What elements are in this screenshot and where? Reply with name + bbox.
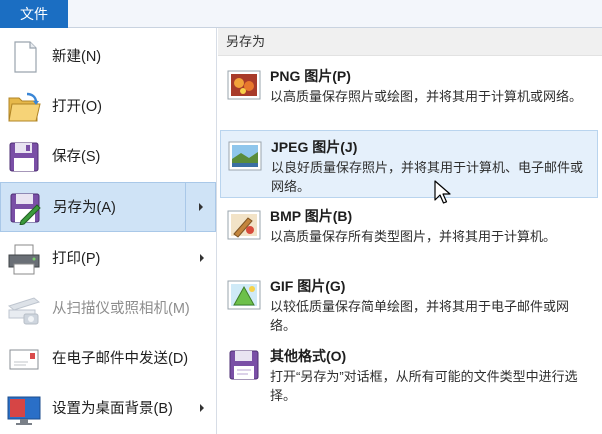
menu-item-open[interactable]: 打开(O) — [0, 82, 216, 132]
menu-label: 打开(O) — [52, 99, 102, 115]
save-as-gif[interactable]: GIF 图片(G) 以较低质量保存简单绘图，并将其用于电子邮件或网络。 — [220, 270, 598, 338]
open-folder-icon — [8, 92, 41, 122]
new-document-icon — [14, 41, 37, 73]
mouse-cursor-icon — [434, 180, 451, 204]
split-separator — [185, 183, 186, 231]
save-disk-icon — [9, 142, 39, 172]
menu-item-desktop-background[interactable]: 设置为桌面背景(B) — [0, 384, 216, 434]
option-description: 打开“另存为”对话框，从所有可能的文件类型中进行选择。 — [270, 369, 578, 403]
option-title: GIF 图片(G) — [270, 278, 346, 294]
save-as-other-formats[interactable]: 其他格式(O) 打开“另存为”对话框，从所有可能的文件类型中进行选择。 — [220, 340, 598, 408]
save-as-jpeg[interactable]: JPEG 图片(J) 以良好质量保存照片，并将其用于计算机、电子邮件或网络。 — [220, 130, 598, 198]
save-as-bmp[interactable]: BMP 图片(B) 以高质量保存所有类型图片，并将其用于计算机。 — [220, 200, 598, 268]
option-title: JPEG 图片(J) — [271, 139, 358, 155]
file-menu: 新建(N) 打开(O) 保存(S) 另存为(A) 打印(P) 从扫描仪或照相机(… — [0, 28, 217, 434]
menu-label: 设置为桌面背景(B) — [52, 401, 173, 417]
file-tab[interactable]: 文件 — [0, 0, 68, 28]
option-description: 以高质量保存所有类型图片，并将其用于计算机。 — [270, 229, 557, 244]
option-title: PNG 图片(P) — [270, 68, 351, 84]
menu-label: 另存为(A) — [53, 200, 116, 216]
email-icon — [9, 349, 39, 370]
desktop-background-icon — [7, 396, 41, 425]
chevron-right-icon[interactable] — [197, 202, 205, 212]
menu-item-new[interactable]: 新建(N) — [0, 32, 216, 82]
png-image-icon — [227, 70, 261, 100]
menu-label: 保存(S) — [52, 149, 101, 165]
option-description: 以高质量保存照片或绘图，并将其用于计算机或网络。 — [270, 89, 583, 104]
ribbon-bar: 文件 — [0, 0, 602, 28]
option-title: BMP 图片(B) — [270, 208, 353, 224]
chevron-right-icon[interactable] — [198, 253, 206, 263]
chevron-right-icon[interactable] — [198, 403, 206, 413]
option-description: 以较低质量保存简单绘图，并将其用于电子邮件或网络。 — [270, 299, 570, 333]
submenu-header: 另存为 — [218, 28, 602, 56]
menu-label: 新建(N) — [52, 49, 102, 65]
menu-item-email[interactable]: 在电子邮件中发送(D) — [0, 334, 216, 384]
jpeg-image-icon — [228, 141, 262, 171]
menu-label: 从扫描仪或照相机(M) — [52, 301, 190, 317]
save-as-submenu: 另存为 PNG 图片(P) 以高质量保存照片或绘图，并将其用于计算机或网络。 J… — [218, 28, 602, 434]
menu-item-print[interactable]: 打印(P) — [0, 234, 216, 284]
gif-image-icon — [227, 280, 261, 310]
save-as-icon — [10, 193, 41, 225]
menu-label: 在电子邮件中发送(D) — [52, 351, 189, 367]
menu-item-save[interactable]: 保存(S) — [0, 132, 216, 182]
save-as-png[interactable]: PNG 图片(P) 以高质量保存照片或绘图，并将其用于计算机或网络。 — [220, 60, 598, 128]
menu-item-scanner: 从扫描仪或照相机(M) — [0, 284, 216, 334]
menu-item-save-as[interactable]: 另存为(A) — [0, 182, 216, 232]
option-description: 以良好质量保存照片，并将其用于计算机、电子邮件或网络。 — [271, 160, 584, 194]
bmp-image-icon — [227, 210, 261, 240]
scanner-icon — [7, 297, 41, 325]
option-title: 其他格式(O) — [270, 348, 347, 364]
printer-icon — [8, 244, 40, 275]
other-formats-icon — [229, 350, 259, 380]
menu-label: 打印(P) — [52, 251, 101, 267]
